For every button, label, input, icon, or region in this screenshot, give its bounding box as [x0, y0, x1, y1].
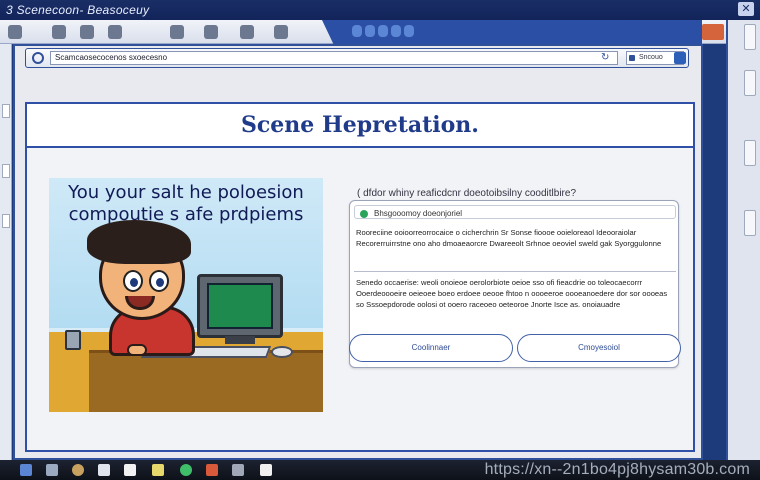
taskbar-app-icon[interactable]	[98, 464, 110, 476]
headline-line: compoutie s afe prdpiems	[68, 204, 304, 225]
character-eye	[123, 270, 143, 292]
page-title: Scene Hepretation.	[241, 112, 479, 138]
continue-button[interactable]: Coolinnaer	[349, 334, 513, 362]
scroll-handle[interactable]	[744, 24, 756, 50]
toolbar-icon[interactable]	[8, 25, 22, 39]
toolbar-icon[interactable]	[80, 25, 94, 39]
monitor-stand	[225, 336, 255, 344]
sidebar-handle[interactable]	[2, 104, 10, 118]
mouse-icon	[271, 346, 293, 358]
taskbar-app-icon[interactable]	[180, 464, 192, 476]
url-input[interactable]: Scamcaosecocenos sxoecesno	[50, 51, 618, 65]
taskbar-app-icon[interactable]	[152, 464, 164, 476]
character-eye	[149, 270, 169, 292]
cartoon-illustration: You your salt he poloesion compoutie s a…	[49, 178, 323, 412]
address-bar: Scamcaosecocenos sxoecesno ↻ Sncouo	[25, 48, 689, 68]
os-title-bar: 3 Scenecoon- Beasoceuy ✕	[0, 0, 760, 20]
toolbar-icon[interactable]	[274, 25, 288, 39]
refresh-icon[interactable]: ↻	[601, 52, 609, 63]
secondary-button[interactable]: Cmoyesoiol	[517, 334, 681, 362]
extension-icon[interactable]	[674, 52, 686, 64]
scroll-handle[interactable]	[744, 140, 756, 166]
sidebar-handle[interactable]	[2, 214, 10, 228]
left-sidebar	[0, 44, 12, 460]
close-icon[interactable]: ✕	[738, 2, 754, 16]
monitor-icon	[197, 274, 283, 338]
browser-window: Scamcaosecocenos sxoecesno ↻ Sncouo Scen…	[13, 44, 703, 460]
taskbar-app-icon[interactable]	[20, 464, 32, 476]
toolbar-icon[interactable]	[170, 25, 184, 39]
status-dot-icon	[360, 209, 368, 218]
scroll-handle[interactable]	[744, 210, 756, 236]
desk-front	[89, 350, 323, 412]
window-title: 3 Scenecoon- Beasoceuy	[6, 3, 150, 17]
taskbar-app-icon[interactable]	[232, 464, 244, 476]
character-hand	[127, 344, 147, 356]
taskbar: https://xn--2n1bo4pj8hysam30b.com	[0, 460, 760, 480]
notification-chip[interactable]	[702, 24, 724, 40]
toolbar-icon[interactable]	[108, 25, 122, 39]
sidebar-handle[interactable]	[2, 164, 10, 178]
toolbar-icon[interactable]	[240, 25, 254, 39]
toolbar-icon[interactable]	[204, 25, 218, 39]
taskbar-app-icon[interactable]	[206, 464, 218, 476]
card-paragraph: Senedo occaerise: weoli onoieoe oerolorb…	[356, 278, 668, 309]
back-icon[interactable]	[32, 52, 44, 64]
status-text: Bhsgooomoy doeonjoriel	[374, 209, 463, 218]
headline-line: You your salt he poloesion	[68, 182, 304, 203]
scroll-handle[interactable]	[744, 70, 756, 96]
card-divider	[354, 271, 676, 272]
toolbar-dots	[352, 25, 414, 37]
monitor-screen	[207, 283, 273, 329]
toolbar-icon[interactable]	[52, 25, 66, 39]
cup-icon	[65, 330, 81, 350]
toolbar	[0, 20, 760, 44]
character-hair	[87, 220, 191, 264]
right-sidebar	[726, 20, 760, 460]
page-content: Scene Hepretation. You your salt he polo…	[25, 102, 695, 452]
taskbar-app-icon[interactable]	[72, 464, 84, 476]
taskbar-app-icon[interactable]	[124, 464, 136, 476]
status-row: Bhsgooomoy doeonjoriel	[360, 209, 462, 218]
card-paragraph: Rooreciine ooioorreorrocaice o cicherchr…	[356, 228, 662, 248]
watermark-url: https://xn--2n1bo4pj8hysam30b.com	[484, 461, 750, 478]
taskbar-app-icon[interactable]	[46, 464, 58, 476]
page-header: Scene Hepretation.	[27, 104, 693, 148]
taskbar-app-icon[interactable]	[260, 464, 272, 476]
illustration-headline: You your salt he poloesion compoutie s a…	[49, 182, 323, 226]
